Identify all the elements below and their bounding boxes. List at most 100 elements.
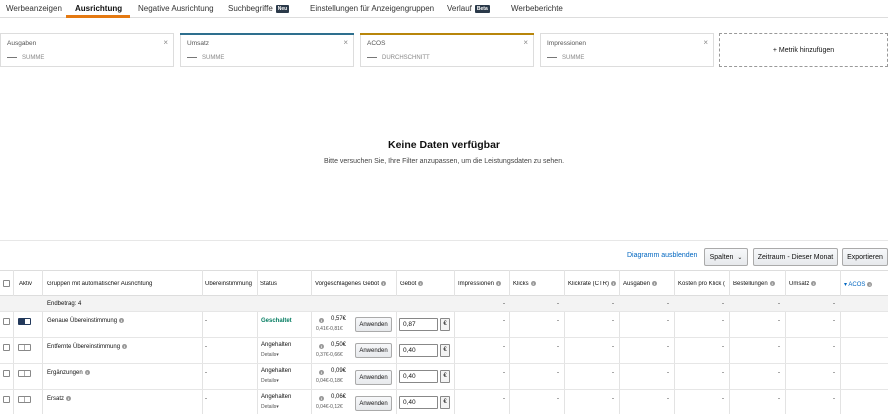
active-toggle[interactable] <box>18 344 31 351</box>
beta-badge: Beta <box>474 5 490 13</box>
header-label: Klicks <box>513 281 529 287</box>
details-link[interactable]: Details▾ <box>261 352 279 358</box>
close-icon[interactable]: × <box>163 38 168 47</box>
bid-input[interactable]: 0,87 <box>399 318 438 331</box>
header-ctr[interactable]: Klickrate (CTR) i <box>568 281 617 287</box>
header-suggested-bid[interactable]: Vorgeschlagenes Gebot i <box>315 281 387 287</box>
summary-value: - <box>833 301 835 307</box>
info-icon[interactable]: i <box>319 344 324 349</box>
group-name: Genaue Übereinstimmung i <box>47 318 125 324</box>
metric-name: Impressionen <box>547 40 587 47</box>
metric-card-acos[interactable]: ACOS × DURCHSCHNITT <box>360 33 534 67</box>
info-icon[interactable]: i <box>119 318 125 323</box>
apply-button[interactable]: Anwenden <box>355 370 392 385</box>
add-metric-button[interactable]: + Metrik hinzufügen <box>719 33 888 67</box>
sales-value: - <box>833 370 835 376</box>
no-data-title: Keine Daten verfügbar <box>387 139 501 151</box>
row-checkbox[interactable] <box>3 370 10 377</box>
sales-value: - <box>833 344 835 350</box>
tab-label: Suchbegriffe <box>228 4 273 13</box>
tab-werbeberichte[interactable]: Werbeberichte <box>511 4 563 13</box>
header-bid[interactable]: Gebot i <box>400 281 424 287</box>
info-icon[interactable]: i <box>66 396 72 401</box>
suggested-bid: 0,50€ <box>331 342 347 348</box>
tab-einstellungen[interactable]: Einstellungen für Anzeigengruppen <box>310 4 434 13</box>
metric-sub: SUMME <box>202 55 225 61</box>
metric-card-ausgaben[interactable]: Ausgaben × SUMME <box>0 33 174 67</box>
ctr-value: - <box>612 396 614 402</box>
info-icon[interactable]: i <box>381 281 387 286</box>
details-link[interactable]: Details▾ <box>261 404 279 410</box>
row-checkbox[interactable] <box>3 318 10 325</box>
row-checkbox[interactable] <box>3 396 10 403</box>
bid-input[interactable]: 0,40 <box>399 396 438 409</box>
tab-negative-ausrichtung[interactable]: Negative Ausrichtung <box>138 4 214 13</box>
header-clicks[interactable]: Klicks i <box>513 281 536 287</box>
header-impressions[interactable]: Impressionen i <box>458 281 502 287</box>
active-toggle[interactable] <box>18 396 31 403</box>
info-icon[interactable]: i <box>811 281 817 286</box>
bid-input[interactable]: 0,40 <box>399 344 438 357</box>
info-icon[interactable]: i <box>319 318 324 323</box>
header-spend[interactable]: Ausgaben i <box>623 281 658 287</box>
date-range-button[interactable]: Zeitraum - Dieser Monat <box>753 248 838 266</box>
info-icon[interactable]: i <box>496 281 502 286</box>
tab-ausrichtung[interactable]: Ausrichtung <box>75 4 122 13</box>
select-all-checkbox[interactable] <box>3 280 10 287</box>
chevron-down-icon: ⌄ <box>737 254 743 261</box>
caret-down-icon: ▾ <box>276 352 279 358</box>
header-status[interactable]: Status <box>260 281 277 287</box>
bid-input[interactable]: 0,40 <box>399 370 438 383</box>
close-icon[interactable]: × <box>523 38 528 47</box>
header-group[interactable]: Gruppen mit automatischer Ausrichtung <box>47 281 152 287</box>
active-toggle[interactable] <box>18 318 31 325</box>
header-match[interactable]: Übereinstimmung <box>205 281 257 287</box>
apply-button[interactable]: Anwenden <box>355 317 392 332</box>
table-row: Ergänzungen i - Angehalten Details▾ i 0,0… <box>0 364 888 390</box>
info-icon[interactable]: i <box>84 370 90 375</box>
active-toggle[interactable] <box>18 370 31 377</box>
clicks-value: - <box>557 318 559 324</box>
apply-button[interactable]: Anwenden <box>355 343 392 358</box>
metric-card-impressionen[interactable]: Impressionen × SUMME <box>540 33 714 67</box>
info-icon[interactable]: i <box>319 396 324 401</box>
summary-row: Endbetrag: 4 - - - - - - - <box>0 296 888 312</box>
divider <box>0 240 888 241</box>
suggested-range: 0,04€-0,12€ <box>316 404 343 410</box>
header-label: Gebot <box>400 281 417 287</box>
suggested-bid: 0,09€ <box>331 368 347 374</box>
tab-werbeanzeigen[interactable]: Werbeanzeigen <box>6 4 62 13</box>
info-icon[interactable]: i <box>530 281 536 286</box>
table-row: Genaue Übereinstimmung i - Geschaltet i 0… <box>0 312 888 338</box>
export-button[interactable]: Exportieren <box>842 248 888 266</box>
columns-button[interactable]: Spalten ⌄ <box>704 248 748 266</box>
info-icon[interactable]: i <box>418 281 424 286</box>
apply-button[interactable]: Anwenden <box>355 396 392 411</box>
details-link[interactable]: Details▾ <box>261 378 279 384</box>
info-icon[interactable]: i <box>867 282 873 287</box>
info-icon[interactable]: i <box>611 281 617 286</box>
cpc-value: - <box>722 344 724 350</box>
group-name: Entfernte Übereinstimmung i <box>47 344 128 350</box>
tab-verlauf[interactable]: Verlauf Beta <box>447 4 490 13</box>
header-sales[interactable]: Umsatz i <box>789 281 817 287</box>
header-cpc[interactable]: Kosten pro Klick ( <box>678 281 729 287</box>
info-icon[interactable]: i <box>652 281 658 286</box>
tab-suchbegriffe[interactable]: Suchbegriffe Neu <box>228 4 290 13</box>
match-type: - <box>205 318 207 324</box>
row-checkbox[interactable] <box>3 344 10 351</box>
info-icon[interactable]: i <box>122 344 128 349</box>
caret-down-icon: ▾ <box>276 404 279 410</box>
close-icon[interactable]: × <box>703 38 708 47</box>
status-text: Angehalten <box>261 342 292 348</box>
header-acos[interactable]: ▾ ACOS i <box>844 281 873 288</box>
status-text: Geschaltet <box>261 318 292 324</box>
metric-card-umsatz[interactable]: Umsatz × SUMME <box>180 33 354 67</box>
close-icon[interactable]: × <box>343 38 348 47</box>
clicks-value: - <box>557 396 559 402</box>
header-orders[interactable]: Bestellungen i <box>733 281 775 287</box>
info-icon[interactable]: i <box>769 281 775 286</box>
info-icon[interactable]: i <box>319 370 324 375</box>
hide-chart-link[interactable]: Diagramm ausblenden <box>627 252 697 259</box>
table-header: Aktiv Gruppen mit automatischer Ausricht… <box>0 270 888 296</box>
